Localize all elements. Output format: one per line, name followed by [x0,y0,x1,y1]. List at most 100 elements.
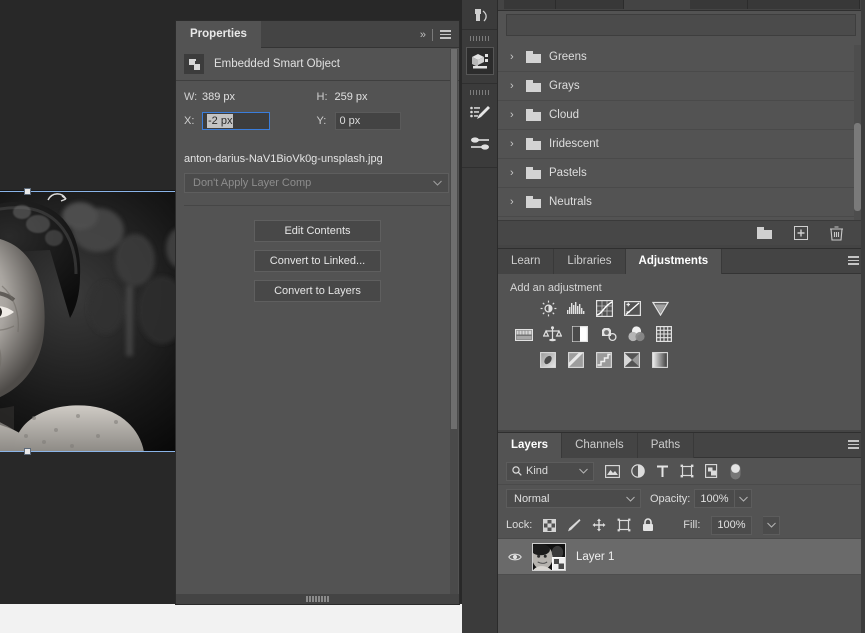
new-group-folder-icon[interactable] [757,227,772,239]
filter-adjustment-icon[interactable] [631,464,645,478]
opacity-stepper[interactable] [735,489,753,508]
posterize-icon[interactable] [566,350,586,370]
lock-image-pixels-icon[interactable] [567,518,581,532]
swatches-panel: › Greens › Grays › Cloud › Iridescent › … [498,10,865,245]
threshold-icon[interactable] [594,350,614,370]
swatch-group-iridescent[interactable]: › Iridescent [498,130,857,159]
filter-smart-object-icon[interactable] [705,464,719,478]
y-label: Y: [316,115,327,127]
scrollbar-thumb[interactable] [451,49,457,429]
color-balance-icon[interactable] [542,324,562,344]
adjustments-tabbar: Learn Libraries Adjustments [498,249,865,274]
black-and-white-icon[interactable] [570,324,590,344]
tab-libraries[interactable]: Libraries [554,249,626,274]
blend-mode-select[interactable]: Normal [506,489,641,508]
3d-panel-icon[interactable] [465,47,494,75]
convert-to-layers-button[interactable]: Convert to Layers [254,280,381,302]
gradient-map-icon[interactable] [650,350,670,370]
fill-stepper[interactable] [763,515,781,535]
tab-channels[interactable]: Channels [562,433,638,458]
chevron-right-icon[interactable]: › [510,109,518,121]
folder-icon [526,109,541,121]
invert-icon[interactable] [538,350,558,370]
lock-all-icon[interactable] [642,518,654,532]
lock-fill-row: Lock: Fill: 100% [498,512,865,539]
hue-saturation-icon[interactable] [514,324,534,344]
channel-mixer-icon[interactable] [626,324,646,344]
layer-row-layer-1[interactable]: Layer 1 [498,539,865,575]
chevron-right-icon[interactable]: › [510,51,518,63]
exposure-icon[interactable] [622,298,642,318]
tab-paths[interactable]: Paths [637,433,695,458]
tab-learn[interactable]: Learn [498,249,555,274]
properties-tabbar: Properties » [176,21,459,48]
lock-artboard-nesting-icon[interactable] [617,518,631,532]
delete-trash-icon[interactable] [830,225,843,241]
panel-menu-icon[interactable] [848,440,859,449]
tab-properties[interactable]: Properties [176,21,261,48]
lock-position-icon[interactable] [592,518,606,532]
vibrance-icon[interactable] [650,298,670,318]
search-icon [512,466,522,476]
brush-settings-icon[interactable] [466,131,494,159]
curves-icon[interactable] [594,298,614,318]
opacity-input[interactable]: 100% [694,489,736,508]
swatch-group-cloud[interactable]: › Cloud [498,101,857,130]
new-swatch-plus-icon[interactable] [794,226,808,240]
y-position-input[interactable]: 0 px [334,112,401,130]
swatches-scrollbar[interactable] [854,45,861,220]
edit-contents-button[interactable]: Edit Contents [254,220,381,242]
panel-resize-grip[interactable] [176,594,459,604]
filter-pixel-icon[interactable] [605,464,620,478]
dock-tab-3[interactable] [690,0,748,9]
transform-handle-top[interactable] [24,188,31,195]
rail-grip[interactable] [462,33,497,45]
collapsed-panel-rail [462,0,498,633]
brush-presets-icon[interactable] [466,101,494,129]
filter-shape-icon[interactable] [680,464,694,478]
chevron-right-icon[interactable]: › [510,167,518,179]
fill-input[interactable]: 100% [711,515,753,535]
swatch-group-pastels[interactable]: › Pastels [498,159,857,188]
lock-transparent-pixels-icon[interactable] [543,518,557,532]
dock-tab-4[interactable] [748,0,860,9]
scrollbar-thumb[interactable] [854,123,861,211]
selective-color-icon[interactable] [622,350,642,370]
x-position-input[interactable]: -2 px [202,112,270,130]
chevron-right-icon[interactable]: › [510,138,518,150]
layer-kind-select[interactable]: Kind [506,461,594,481]
chevron-right-icon[interactable]: › [510,80,518,92]
clone-source-icon[interactable] [466,2,494,30]
swatch-group-greens[interactable]: › Greens [498,43,857,72]
portrait-photo [0,190,175,452]
filter-type-icon[interactable] [656,465,669,478]
brightness-contrast-icon[interactable] [538,298,558,318]
swatch-group-grays[interactable]: › Grays [498,72,857,101]
properties-scrollbar[interactable] [450,49,458,604]
transform-handle-bottom[interactable] [24,448,31,455]
color-lookup-icon[interactable] [654,324,674,344]
layer-comp-select[interactable]: Don't Apply Layer Comp [184,173,449,193]
levels-icon[interactable] [566,298,586,318]
dock-tab-2[interactable] [556,0,624,9]
chevron-right-icon[interactable]: › [510,196,518,208]
layers-panel: Layers Channels Paths Kind Normal Opacit… [498,432,865,633]
rail-group-top [462,2,497,30]
height-value: 259 px [334,91,368,103]
tab-adjustments[interactable]: Adjustments [625,249,723,274]
canvas-image[interactable] [0,190,175,452]
panel-menu-icon[interactable] [848,256,859,265]
dock-right-edge [861,0,865,633]
dock-tab-1[interactable] [504,0,556,9]
convert-to-linked-button[interactable]: Convert to Linked... [254,250,381,272]
swatches-search-input[interactable] [506,14,856,36]
photo-filter-icon[interactable] [598,324,618,344]
filter-toggle-switch[interactable] [730,463,741,480]
double-chevron-right-icon[interactable]: » [420,29,426,41]
tab-layers[interactable]: Layers [498,433,563,458]
eye-visible-icon[interactable] [508,552,522,562]
swatch-group-neutrals[interactable]: › Neutrals [498,188,857,217]
panel-menu-icon[interactable] [440,30,451,39]
layer-thumbnail[interactable] [532,542,566,571]
rail-grip-2[interactable] [462,87,497,99]
